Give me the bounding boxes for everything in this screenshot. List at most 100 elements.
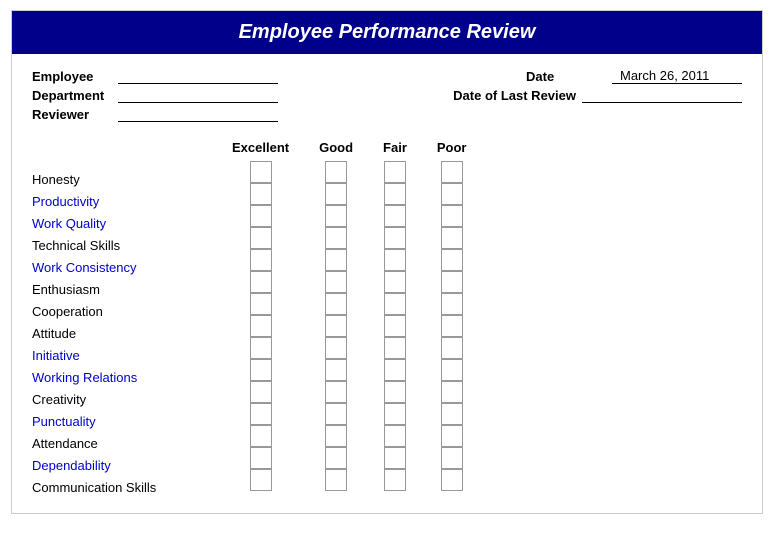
department-label: Department <box>32 88 112 103</box>
checkbox-poor-4[interactable] <box>441 249 463 271</box>
criteria-item-13: Dependability <box>32 454 192 476</box>
good-col: Good <box>319 140 353 491</box>
checkbox-good-11[interactable] <box>325 403 347 425</box>
checkbox-fair-1[interactable] <box>384 183 406 205</box>
checkbox-good-3[interactable] <box>325 227 347 249</box>
checkbox-excellent-13[interactable] <box>250 447 272 469</box>
checkbox-poor-12[interactable] <box>441 425 463 447</box>
checkbox-fair-13[interactable] <box>384 447 406 469</box>
checkbox-poor-5[interactable] <box>441 271 463 293</box>
checkbox-good-6[interactable] <box>325 293 347 315</box>
last-review-input-line[interactable] <box>582 89 742 103</box>
checkbox-good-7[interactable] <box>325 315 347 337</box>
checkbox-poor-11[interactable] <box>441 403 463 425</box>
checkbox-excellent-1[interactable] <box>250 183 272 205</box>
department-row: Department <box>32 88 278 103</box>
date-row: Date March 26, 2011 <box>453 69 742 84</box>
info-section: Employee Department Reviewer Date March … <box>32 69 742 122</box>
checkbox-poor-3[interactable] <box>441 227 463 249</box>
checkbox-poor-0[interactable] <box>441 161 463 183</box>
checkbox-poor-1[interactable] <box>441 183 463 205</box>
excellent-checkboxes <box>250 161 272 491</box>
page-container: Employee Performance Review Employee Dep… <box>11 10 763 514</box>
checkbox-fair-14[interactable] <box>384 469 406 491</box>
employee-label: Employee <box>32 69 112 84</box>
criteria-list: HonestyProductivityWork QualityTechnical… <box>32 140 192 498</box>
criteria-item-1: Productivity <box>32 190 192 212</box>
checkbox-fair-11[interactable] <box>384 403 406 425</box>
reviewer-input-line[interactable] <box>118 108 278 122</box>
checkbox-poor-2[interactable] <box>441 205 463 227</box>
poor-col: Poor <box>437 140 467 491</box>
checkbox-poor-7[interactable] <box>441 315 463 337</box>
checkbox-fair-0[interactable] <box>384 161 406 183</box>
date-label: Date <box>526 69 606 84</box>
checkbox-good-5[interactable] <box>325 271 347 293</box>
date-input-line[interactable]: March 26, 2011 <box>612 70 742 84</box>
checkbox-fair-2[interactable] <box>384 205 406 227</box>
checkbox-excellent-6[interactable] <box>250 293 272 315</box>
checkbox-good-9[interactable] <box>325 359 347 381</box>
checkbox-fair-6[interactable] <box>384 293 406 315</box>
checkbox-excellent-7[interactable] <box>250 315 272 337</box>
checkbox-excellent-0[interactable] <box>250 161 272 183</box>
checkbox-good-8[interactable] <box>325 337 347 359</box>
checkbox-poor-14[interactable] <box>441 469 463 491</box>
checkbox-excellent-14[interactable] <box>250 469 272 491</box>
checkbox-good-1[interactable] <box>325 183 347 205</box>
checkbox-excellent-12[interactable] <box>250 425 272 447</box>
checkbox-excellent-3[interactable] <box>250 227 272 249</box>
checkbox-excellent-2[interactable] <box>250 205 272 227</box>
fair-col: Fair <box>383 140 407 491</box>
checkbox-good-4[interactable] <box>325 249 347 271</box>
criteria-item-14: Communication Skills <box>32 476 192 498</box>
employee-input-line[interactable] <box>118 70 278 84</box>
checkbox-fair-3[interactable] <box>384 227 406 249</box>
checkbox-poor-10[interactable] <box>441 381 463 403</box>
checkbox-good-0[interactable] <box>325 161 347 183</box>
ratings-section: HonestyProductivityWork QualityTechnical… <box>32 140 742 498</box>
good-checkboxes <box>325 161 347 491</box>
checkbox-poor-8[interactable] <box>441 337 463 359</box>
ratings-grid: Excellent Good Fair Poor <box>232 140 467 491</box>
criteria-item-2: Work Quality <box>32 212 192 234</box>
checkbox-fair-5[interactable] <box>384 271 406 293</box>
good-header: Good <box>319 140 353 155</box>
checkbox-excellent-5[interactable] <box>250 271 272 293</box>
checkbox-poor-6[interactable] <box>441 293 463 315</box>
criteria-item-6: Cooperation <box>32 300 192 322</box>
criteria-item-11: Punctuality <box>32 410 192 432</box>
page-title: Employee Performance Review <box>239 21 536 43</box>
poor-header: Poor <box>437 140 467 155</box>
checkbox-fair-10[interactable] <box>384 381 406 403</box>
checkbox-good-12[interactable] <box>325 425 347 447</box>
fair-checkboxes <box>384 161 406 491</box>
checkbox-good-2[interactable] <box>325 205 347 227</box>
checkbox-fair-8[interactable] <box>384 337 406 359</box>
checkbox-poor-13[interactable] <box>441 447 463 469</box>
reviewer-row: Reviewer <box>32 107 278 122</box>
criteria-item-8: Initiative <box>32 344 192 366</box>
checkbox-good-14[interactable] <box>325 469 347 491</box>
checkbox-fair-7[interactable] <box>384 315 406 337</box>
checkbox-excellent-4[interactable] <box>250 249 272 271</box>
checkbox-excellent-10[interactable] <box>250 381 272 403</box>
checkbox-good-10[interactable] <box>325 381 347 403</box>
checkbox-fair-4[interactable] <box>384 249 406 271</box>
checkbox-excellent-9[interactable] <box>250 359 272 381</box>
checkbox-excellent-11[interactable] <box>250 403 272 425</box>
criteria-item-10: Creativity <box>32 388 192 410</box>
last-review-row: Date of Last Review <box>453 88 742 103</box>
checkbox-excellent-8[interactable] <box>250 337 272 359</box>
checkbox-good-13[interactable] <box>325 447 347 469</box>
checkbox-fair-12[interactable] <box>384 425 406 447</box>
info-right: Date March 26, 2011 Date of Last Review <box>453 69 742 122</box>
page-header: Employee Performance Review <box>12 11 762 54</box>
criteria-item-12: Attendance <box>32 432 192 454</box>
criteria-item-3: Technical Skills <box>32 234 192 256</box>
info-left: Employee Department Reviewer <box>32 69 278 122</box>
checkbox-fair-9[interactable] <box>384 359 406 381</box>
criteria-item-4: Work Consistency <box>32 256 192 278</box>
checkbox-poor-9[interactable] <box>441 359 463 381</box>
department-input-line[interactable] <box>118 89 278 103</box>
